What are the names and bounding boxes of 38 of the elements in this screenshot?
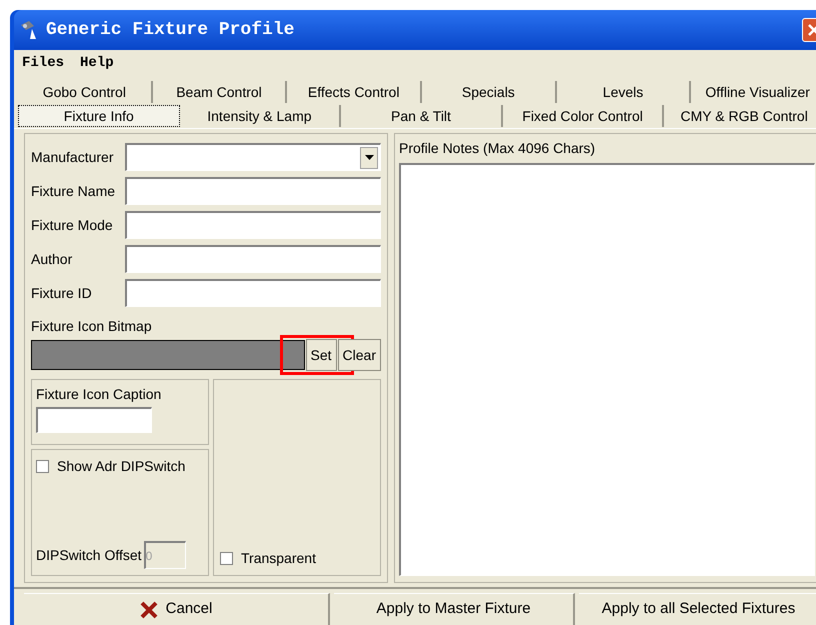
text-field[interactable] [125, 177, 381, 205]
text-field[interactable] [125, 245, 381, 273]
checkbox-label: Transparent [241, 549, 316, 568]
checkbox-label: Show Adr DIPSwitch [57, 457, 186, 476]
section-label: Fixture Icon Bitmap [31, 317, 153, 336]
window-title: Generic Fixture Profile [46, 18, 294, 42]
tab[interactable]: Intensity & Lamp [180, 105, 342, 127]
tab[interactable]: Effects Control [287, 81, 422, 103]
tab[interactable]: Fixture Info [18, 105, 180, 127]
offset-label: DIPSwitch Offset [36, 546, 142, 564]
notes-label: Profile Notes (Max 4096 Chars) [399, 139, 596, 158]
dropdown-field[interactable] [125, 143, 381, 171]
tab[interactable]: Pan & Tilt [341, 105, 503, 127]
text-field[interactable] [125, 211, 381, 239]
field-label: Author [31, 250, 74, 268]
tab[interactable]: Specials [422, 81, 557, 103]
tab[interactable]: Beam Control [152, 81, 288, 103]
text-field[interactable] [125, 279, 381, 307]
tab[interactable]: CMY & RGB Control [664, 105, 816, 127]
caption-field[interactable] [36, 407, 152, 433]
field-label: Fixture Mode [31, 216, 114, 234]
field-label: Fixture Name [31, 182, 116, 200]
field-label: Manufacturer [31, 148, 114, 166]
caption-label: Fixture Icon Caption [36, 385, 162, 404]
checkbox[interactable] [36, 460, 49, 473]
bitmap-button[interactable]: Clear [338, 339, 381, 371]
tab[interactable]: Fixed Color Control [502, 105, 664, 127]
apply-button[interactable]: Apply to Master Fixture [334, 593, 575, 625]
menu-item[interactable]: Help [80, 52, 114, 74]
checkbox[interactable] [220, 552, 233, 565]
tab[interactable]: Gobo Control [18, 81, 153, 103]
tab[interactable]: Offline Visualizer [691, 81, 816, 103]
cancel-button[interactable]: Cancel [24, 593, 330, 625]
tab[interactable]: Levels [556, 81, 692, 103]
bitmap-button[interactable]: Set [306, 339, 337, 371]
cross-icon [140, 600, 158, 618]
menu-item[interactable]: Files [22, 52, 64, 74]
field-label: Fixture ID [31, 284, 93, 302]
